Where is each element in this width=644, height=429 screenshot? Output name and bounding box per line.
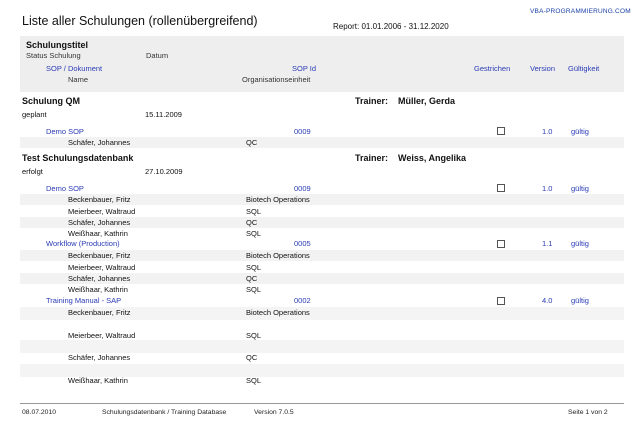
training-title: Schulung QM bbox=[22, 96, 80, 106]
person-name: Schäfer, Johannes bbox=[68, 274, 131, 283]
doc-id: 0002 bbox=[294, 296, 311, 305]
col-org: Organisationseinheit bbox=[242, 75, 311, 84]
person-name: Beckenbauer, Fritz bbox=[68, 195, 131, 204]
brand-logo: VBA-PROGRAMMIERUNG.COM bbox=[530, 8, 631, 15]
person-name: Meierbeer, Waltraud bbox=[68, 207, 136, 216]
doc-validity: gültig bbox=[571, 127, 589, 136]
doc-name: Demo SOP bbox=[46, 127, 84, 136]
doc-name: Training Manual - SAP bbox=[46, 296, 122, 305]
doc-id: 0009 bbox=[294, 127, 311, 136]
person-org: SQL bbox=[246, 229, 262, 238]
person-name: Meierbeer, Waltraud bbox=[68, 331, 136, 340]
person-org: SQL bbox=[246, 285, 262, 294]
person-org: SQL bbox=[246, 331, 262, 340]
doc-id: 0005 bbox=[294, 239, 311, 248]
col-gueltigkeit: Gültigkeit bbox=[568, 64, 600, 73]
doc-version: 4.0 bbox=[542, 296, 553, 305]
row-stripe bbox=[20, 340, 624, 353]
trainer-label: Trainer: bbox=[355, 96, 389, 106]
person-org: SQL bbox=[246, 263, 262, 272]
person-name: Beckenbauer, Fritz bbox=[68, 251, 131, 260]
person-name: Schäfer, Johannes bbox=[68, 218, 131, 227]
trainer-label: Trainer: bbox=[355, 153, 389, 163]
gestrichen-checkbox[interactable] bbox=[497, 127, 505, 135]
doc-validity: gültig bbox=[571, 239, 589, 248]
doc-name: Workflow (Production) bbox=[46, 239, 120, 248]
person-name: Schäfer, Johannes bbox=[68, 138, 131, 147]
footer-app: Schulungsdatenbank / Training Database bbox=[102, 409, 227, 416]
gestrichen-checkbox[interactable] bbox=[497, 184, 505, 192]
col-name: Name bbox=[68, 75, 89, 84]
person-org: QC bbox=[246, 138, 258, 147]
doc-validity: gültig bbox=[571, 184, 589, 193]
col-sop-id: SOP Id bbox=[292, 64, 317, 73]
trainer-name: Müller, Gerda bbox=[398, 96, 456, 106]
col-schulungstitel: Schulungstitel bbox=[26, 40, 89, 50]
person-name: Weißhaar, Kathrin bbox=[68, 376, 128, 385]
col-datum: Datum bbox=[146, 51, 169, 60]
footer-version: Version 7.0.5 bbox=[254, 409, 294, 416]
person-org: QC bbox=[246, 218, 258, 227]
person-org: Biotech Operations bbox=[246, 195, 310, 204]
gestrichen-checkbox[interactable] bbox=[497, 240, 505, 248]
person-org: Biotech Operations bbox=[246, 308, 310, 317]
report-range: Report: 01.01.2006 - 31.12.2020 bbox=[333, 22, 449, 31]
person-org: SQL bbox=[246, 376, 262, 385]
person-name: Schäfer, Johannes bbox=[68, 353, 131, 362]
training-date: 15.11.2009 bbox=[145, 110, 182, 119]
person-org: QC bbox=[246, 274, 258, 283]
col-status: Status Schulung bbox=[26, 51, 81, 60]
doc-version: 1.0 bbox=[542, 184, 553, 193]
footer-date: 08.07.2010 bbox=[22, 409, 57, 416]
report-title: Liste aller Schulungen (rollenübergreife… bbox=[22, 14, 258, 28]
training-title: Test Schulungsdatenbank bbox=[22, 153, 134, 163]
training-status: geplant bbox=[22, 110, 47, 119]
person-name: Meierbeer, Waltraud bbox=[68, 263, 136, 272]
footer-rule bbox=[20, 403, 624, 404]
doc-id: 0009 bbox=[294, 184, 311, 193]
training-date: 27.10.2009 bbox=[145, 167, 183, 176]
col-sop-dokument: SOP / Dokument bbox=[46, 64, 103, 73]
trainer-name: Weiss, Angelika bbox=[398, 153, 467, 163]
col-version: Version bbox=[530, 64, 556, 73]
training-status: erfolgt bbox=[22, 167, 43, 176]
doc-version: 1.0 bbox=[542, 127, 553, 136]
person-org: QC bbox=[246, 353, 258, 362]
doc-name: Demo SOP bbox=[46, 184, 84, 193]
footer-page: Seite 1 von 2 bbox=[568, 409, 608, 416]
col-gestrichen: Gestrichen bbox=[474, 64, 511, 73]
person-org: Biotech Operations bbox=[246, 251, 310, 260]
gestrichen-checkbox[interactable] bbox=[497, 297, 505, 305]
person-name: Beckenbauer, Fritz bbox=[68, 308, 131, 317]
person-org: SQL bbox=[246, 207, 262, 216]
person-name: Weißhaar, Kathrin bbox=[68, 285, 128, 294]
doc-validity: gültig bbox=[571, 296, 589, 305]
doc-version: 1.1 bbox=[542, 239, 553, 248]
person-name: Weißhaar, Kathrin bbox=[68, 229, 128, 238]
